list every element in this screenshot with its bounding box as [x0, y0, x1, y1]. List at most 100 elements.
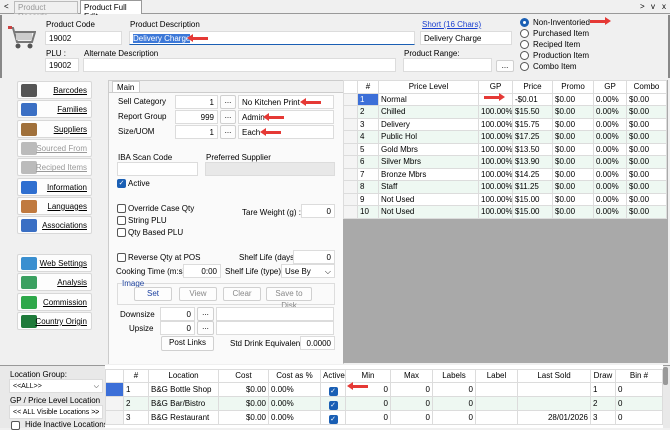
- downsize-name-input[interactable]: [216, 307, 334, 321]
- tab-product-full-edit[interactable]: Product Full Edit: [80, 0, 142, 21]
- price-cell[interactable]: Silver Mbrs: [378, 155, 479, 169]
- location-cell[interactable]: 0: [432, 395, 476, 411]
- price-cell[interactable]: Public Hol: [378, 130, 479, 144]
- price-cell[interactable]: 9: [357, 192, 379, 206]
- report-group-lookup-button[interactable]: ...: [220, 110, 236, 124]
- dropdown-icon[interactable]: v: [651, 2, 655, 11]
- location-cell[interactable]: 0: [432, 409, 476, 425]
- price-level-row[interactable]: 7 Bronze Mbrs 100.00% $14.25 $0.00 0.00% $0.00: [343, 167, 667, 181]
- price-cell[interactable]: 0.00%: [593, 205, 627, 219]
- column-header-promo[interactable]: Promo: [552, 80, 594, 94]
- price-cell[interactable]: 0.00%: [593, 167, 627, 181]
- price-cell[interactable]: $0.00: [552, 142, 594, 156]
- price-cell[interactable]: Gold Mbrs: [378, 142, 479, 156]
- active-checkbox[interactable]: ✓: [328, 414, 338, 423]
- item-type-radio[interactable]: [520, 40, 529, 49]
- price-level-row[interactable]: 9 Not Used 100.00% $15.00 $0.00 0.00% $0.00: [343, 192, 667, 206]
- row-selector[interactable]: [343, 142, 358, 156]
- price-cell[interactable]: -$0.01: [512, 92, 553, 106]
- price-level-row[interactable]: 5 Gold Mbrs 100.00% $13.50 $0.00 0.00% $0.00: [343, 142, 667, 156]
- price-cell[interactable]: $0.00: [626, 167, 667, 181]
- row-selector[interactable]: [343, 167, 358, 181]
- column-header-lastsold[interactable]: Last Sold: [517, 369, 591, 383]
- column-header-active[interactable]: Active: [320, 369, 346, 383]
- row-selector[interactable]: [343, 117, 358, 131]
- column-header-gp[interactable]: GP: [593, 80, 627, 94]
- price-cell[interactable]: $0.00: [626, 92, 667, 106]
- product-code-input[interactable]: 19002: [45, 31, 122, 45]
- column-header-max[interactable]: Max: [390, 369, 433, 383]
- location-cell[interactable]: [475, 409, 518, 425]
- price-cell[interactable]: $0.00: [552, 130, 594, 144]
- price-cell[interactable]: Not Used: [378, 205, 479, 219]
- column-header-costas[interactable]: Cost as %: [268, 369, 321, 383]
- size-uom-lookup-button[interactable]: ...: [220, 125, 236, 139]
- price-level-row[interactable]: 8 Staff 100.00% $11.25 $0.00 0.00% $0.00: [343, 180, 667, 194]
- location-cell[interactable]: [475, 381, 518, 397]
- location-cell[interactable]: B&G Bottle Shop: [148, 381, 219, 397]
- column-header-min[interactable]: Min: [345, 369, 391, 383]
- short-description-link[interactable]: Short (16 Chars): [422, 20, 481, 29]
- price-cell[interactable]: 0.00%: [593, 117, 627, 131]
- price-cell[interactable]: $0.00: [626, 142, 667, 156]
- price-cell[interactable]: 10: [357, 205, 379, 219]
- price-level-row[interactable]: 6 Silver Mbrs 100.00% $13.90 $0.00 0.00% $0.00: [343, 155, 667, 169]
- price-cell[interactable]: 100.00%: [478, 180, 513, 194]
- location-row[interactable]: 3 B&G Restaurant $0.00 0.00% ✓ 0 0 0 28/01/2026 3…: [105, 409, 663, 425]
- price-cell[interactable]: 100.00%: [478, 105, 513, 119]
- price-cell[interactable]: 100.00%: [478, 142, 513, 156]
- upsize-lookup-button[interactable]: ...: [197, 321, 214, 335]
- location-cell[interactable]: [517, 381, 591, 397]
- location-cell[interactable]: 0: [390, 409, 433, 425]
- row-selector[interactable]: [343, 205, 358, 219]
- row-selector[interactable]: [105, 409, 124, 425]
- price-cell[interactable]: $0.00: [552, 155, 594, 169]
- location-cell[interactable]: B&G Restaurant: [148, 409, 219, 425]
- price-cell[interactable]: 100.00%: [478, 167, 513, 181]
- location-cell[interactable]: 0: [390, 381, 433, 397]
- price-cell[interactable]: $14.25: [512, 167, 553, 181]
- price-cell[interactable]: 7: [357, 167, 379, 181]
- location-cell[interactable]: 0: [345, 409, 391, 425]
- column-header-combo[interactable]: Combo: [626, 80, 667, 94]
- sidebar-button-suppliers[interactable]: Suppliers: [17, 119, 92, 138]
- location-cell[interactable]: [475, 395, 518, 411]
- location-cell[interactable]: B&G Bar/Bistro: [148, 395, 219, 411]
- column-header-location[interactable]: Location: [148, 369, 219, 383]
- shelf-life-type-select[interactable]: Use By ⌵: [281, 264, 335, 278]
- post-links-button[interactable]: Post Links: [161, 336, 214, 351]
- sidebar-button-commission[interactable]: Commission: [17, 292, 92, 311]
- price-cell[interactable]: $15.00: [512, 192, 553, 206]
- price-cell[interactable]: [478, 92, 513, 106]
- price-cell[interactable]: $0.00: [626, 105, 667, 119]
- column-header-price[interactable]: Price: [512, 80, 553, 94]
- row-selector[interactable]: [343, 130, 358, 144]
- column-header-[interactable]: #: [357, 80, 379, 94]
- price-cell[interactable]: $13.90: [512, 155, 553, 169]
- price-cell[interactable]: $0.00: [626, 117, 667, 131]
- item-type-radio[interactable]: [520, 29, 529, 38]
- plu-input[interactable]: 19002: [45, 58, 79, 72]
- row-selector[interactable]: [105, 381, 124, 397]
- gp-location-select[interactable]: << ALL Visible Locations >> ⌵: [9, 405, 103, 419]
- iba-scan-code-input[interactable]: [117, 162, 198, 176]
- price-cell[interactable]: $0.00: [552, 92, 594, 106]
- price-cell[interactable]: 100.00%: [478, 205, 513, 219]
- override-case-qty-checkbox[interactable]: [117, 204, 126, 213]
- report-group-name-input[interactable]: Admin: [238, 110, 334, 124]
- downsize-input[interactable]: 0: [160, 307, 195, 321]
- location-cell[interactable]: 0: [432, 381, 476, 397]
- price-cell[interactable]: Not Used: [378, 192, 479, 206]
- location-cell[interactable]: 28/01/2026: [517, 409, 591, 425]
- price-cell[interactable]: 0.00%: [593, 142, 627, 156]
- price-level-row[interactable]: 4 Public Hol 100.00% $17.25 $0.00 0.00% $0.00: [343, 130, 667, 144]
- price-cell[interactable]: 0.00%: [593, 192, 627, 206]
- active-checkbox[interactable]: ✓: [117, 179, 126, 188]
- location-cell[interactable]: 1: [123, 381, 149, 397]
- location-cell[interactable]: $0.00: [218, 409, 269, 425]
- row-selector[interactable]: [105, 395, 124, 411]
- short-description-input[interactable]: Delivery Charge: [420, 31, 512, 45]
- location-cell[interactable]: $0.00: [218, 395, 269, 411]
- row-selector[interactable]: [343, 192, 358, 206]
- location-cell[interactable]: 1: [590, 381, 616, 397]
